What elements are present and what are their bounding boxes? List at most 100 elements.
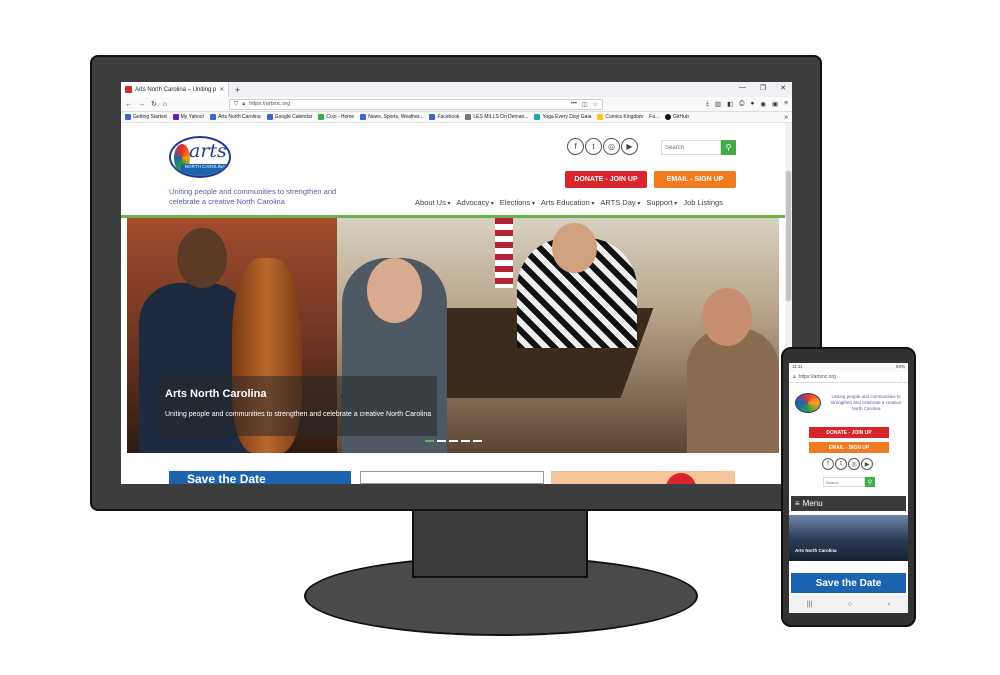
site-favicon-icon xyxy=(125,86,132,93)
browser-tab[interactable]: Arts North Carolina – Uniting p ✕ xyxy=(121,82,229,97)
bookmarks-more-icon[interactable]: » xyxy=(784,114,788,121)
bookmark-item[interactable]: Comics Kingdom xyxy=(597,114,643,120)
download-icon[interactable]: ⤓ xyxy=(706,100,709,108)
page-actions-icon[interactable]: ••• xyxy=(571,101,577,108)
site-search: ⚲ xyxy=(661,140,736,155)
instagram-icon[interactable]: ◎ xyxy=(848,458,860,470)
phone-search: ⚲ xyxy=(823,477,875,487)
toolbar-icons: ⤓ ▥ ◧ ⎙ ● ◉ ▣ ≡ xyxy=(706,100,788,108)
lock-icon: 🔒︎ xyxy=(242,100,246,107)
back-button[interactable]: ‹ xyxy=(888,601,890,608)
window-controls: — ❐ ✕ xyxy=(739,84,786,92)
hero-slider[interactable]: Arts North Carolina Uniting people and c… xyxy=(127,218,779,453)
home-icon[interactable]: ⌂ xyxy=(163,101,167,108)
person-head xyxy=(702,288,752,346)
bookmark-item[interactable]: Facebook xyxy=(429,114,459,120)
bookmark-icon xyxy=(210,114,217,120)
main-nav: About Us Advocacy Elections Arts Educati… xyxy=(415,198,723,207)
hamburger-icon: ≡ xyxy=(795,499,800,508)
nav-elections[interactable]: Elections xyxy=(500,198,535,207)
nav-advocacy[interactable]: Advocacy xyxy=(457,198,494,207)
print-icon[interactable]: ⎙ xyxy=(739,100,744,108)
bookmark-item[interactable]: News, Sports, Weather... xyxy=(360,114,423,120)
facebook-icon[interactable]: f xyxy=(567,138,584,155)
bookmark-item[interactable]: LES MILLS On Deman... xyxy=(465,114,528,120)
search-icon[interactable]: ⚲ xyxy=(721,140,736,155)
library-icon[interactable]: ▥ xyxy=(715,100,721,108)
phone-menu-icon[interactable]: ⋮ xyxy=(899,374,904,380)
nav-arts-day[interactable]: ARTS Day xyxy=(600,198,640,207)
flag-figure xyxy=(495,218,513,288)
phone-screen: 11:11 84% 🔒︎ https://artsnc.org ⋮ Unitin… xyxy=(789,363,908,613)
url-actions: ••• ◫ ☆ xyxy=(571,101,598,108)
phone-menu-button[interactable]: ≡ Menu xyxy=(791,496,906,511)
phone-hero-image[interactable] xyxy=(789,515,908,561)
nav-arts-education[interactable]: Arts Education xyxy=(541,198,594,207)
minimize-button[interactable]: — xyxy=(739,84,746,92)
nav-support[interactable]: Support xyxy=(646,198,677,207)
back-arrow-icon[interactable]: ← xyxy=(125,101,132,108)
close-window-button[interactable]: ✕ xyxy=(780,84,786,92)
phone-email-button[interactable]: EMAIL - SIGN UP xyxy=(809,442,889,453)
phone-save-the-date[interactable]: Save the Date xyxy=(791,573,906,593)
slider-dots xyxy=(425,440,482,442)
phone-donate-button[interactable]: DONATE - JOIN UP xyxy=(809,427,889,438)
bookmark-icon xyxy=(429,114,436,120)
website: arts NORTH CAROLINA Uniting people and c… xyxy=(121,123,785,484)
new-tab-button[interactable]: + xyxy=(235,85,240,95)
forward-arrow-icon[interactable]: → xyxy=(138,101,145,108)
slider-dot[interactable] xyxy=(425,440,434,442)
slider-dot[interactable] xyxy=(461,440,470,442)
bookmark-item[interactable]: Arts North Carolina xyxy=(210,114,261,120)
scroll-thumb[interactable] xyxy=(786,171,791,301)
slider-dot[interactable] xyxy=(437,440,446,442)
bookmark-item[interactable]: Yoga Every Day| Gaia xyxy=(534,114,591,120)
feature-card[interactable] xyxy=(551,471,735,484)
bookmark-item[interactable]: Google Calendar xyxy=(266,114,312,120)
nav-job-listings[interactable]: Job Listings xyxy=(683,198,723,207)
youtube-icon[interactable]: ▶ xyxy=(861,458,873,470)
sidebar-icon[interactable]: ◧ xyxy=(727,100,733,108)
twitter-icon[interactable]: t xyxy=(585,138,602,155)
bookmark-icon xyxy=(172,114,179,120)
phone-battery: 84% xyxy=(895,364,905,369)
twitter-icon[interactable]: t xyxy=(835,458,847,470)
tab-close-icon[interactable]: ✕ xyxy=(219,86,224,93)
pocket-icon[interactable]: ◫ xyxy=(582,101,588,108)
search-icon[interactable]: ⚲ xyxy=(865,477,875,487)
feature-card[interactable] xyxy=(360,471,544,484)
home-button[interactable]: ○ xyxy=(848,601,852,608)
address-bar[interactable]: ⛉ 🔒︎ https://artsnc.org ••• ◫ ☆ xyxy=(229,98,604,110)
github-icon xyxy=(665,114,672,120)
email-signup-button[interactable]: EMAIL - SIGN UP xyxy=(654,171,736,188)
bookmark-item[interactable]: My Yahoo! xyxy=(172,114,204,120)
site-tagline: Uniting people and communities to streng… xyxy=(169,187,337,206)
save-the-date-card[interactable]: Save the Date xyxy=(169,471,351,484)
bookmark-item[interactable]: GitHub xyxy=(665,114,689,120)
bookmark-item[interactable]: Getting Started xyxy=(125,114,167,120)
slider-dot[interactable] xyxy=(473,440,482,442)
search-input[interactable] xyxy=(661,140,721,155)
phone-logo[interactable] xyxy=(795,393,821,413)
slider-dot[interactable] xyxy=(449,440,458,442)
star-icon[interactable]: ☆ xyxy=(593,101,598,108)
account-icon[interactable]: ◉ xyxy=(760,100,766,108)
bookmark-icon xyxy=(266,114,273,120)
menu-icon[interactable]: ≡ xyxy=(784,100,788,108)
arts-nc-logo[interactable]: arts NORTH CAROLINA xyxy=(169,136,231,178)
donate-button[interactable]: DONATE - JOIN UP xyxy=(565,171,647,188)
bookmark-item[interactable]: Cozi - Home xyxy=(318,114,354,120)
extension-icon[interactable]: ● xyxy=(750,100,754,108)
facebook-icon[interactable]: f xyxy=(822,458,834,470)
phone-address-bar[interactable]: 🔒︎ https://artsnc.org ⋮ xyxy=(789,372,908,383)
nav-about-us[interactable]: About Us xyxy=(415,198,451,207)
recent-apps-button[interactable]: ||| xyxy=(807,601,812,608)
maximize-button[interactable]: ❐ xyxy=(760,84,766,92)
phone-search-input[interactable] xyxy=(823,477,865,487)
phone-time: 11:11 xyxy=(792,364,803,369)
bookmark-item[interactable]: Fa... xyxy=(649,114,659,120)
youtube-icon[interactable]: ▶ xyxy=(621,138,638,155)
reload-icon[interactable]: ↻ xyxy=(151,100,157,108)
addon-icon[interactable]: ▣ xyxy=(772,100,778,108)
instagram-icon[interactable]: ◎ xyxy=(603,138,620,155)
